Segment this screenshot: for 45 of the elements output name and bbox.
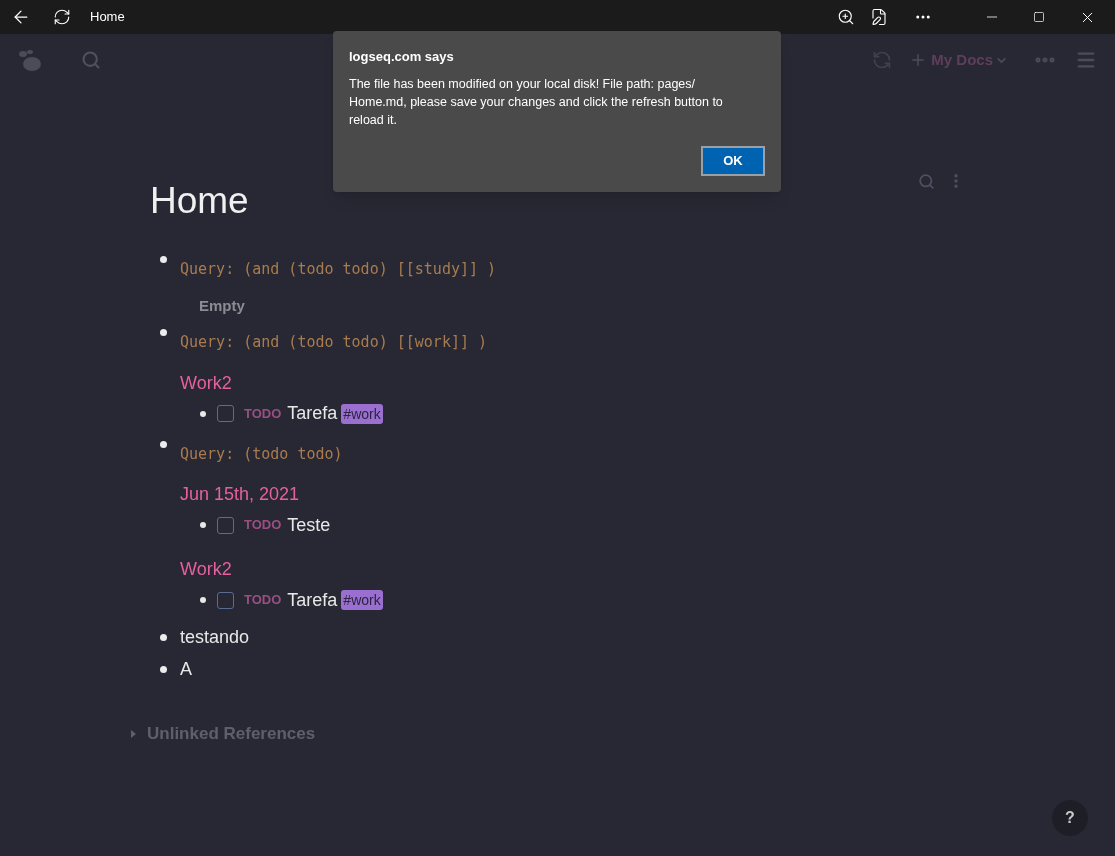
bullet-icon [200,410,206,417]
maximize-icon[interactable] [1033,11,1045,23]
ok-button[interactable]: OK [701,146,765,176]
page-link[interactable]: Work2 [180,369,232,397]
caret-icon [130,728,138,739]
tag-link[interactable]: #work [341,590,383,610]
help-button[interactable]: ? [1052,800,1088,836]
search-icon[interactable] [918,172,935,190]
page-link[interactable]: Jun 15th, 2021 [180,481,300,508]
tag-link[interactable]: #work [341,403,383,424]
bullet-icon [160,440,167,448]
task-checkbox[interactable] [217,516,234,534]
zoom-icon[interactable] [837,8,855,26]
bullet-icon [160,329,167,336]
task-marker: TODO [244,591,282,610]
dialog-message: The file has been modified on your local disk! File path: pages/ Home.md, please save your changes and click the refresh button to reload it. [349,75,724,129]
block-text: testando [180,625,250,649]
dialog-title: logseq.com says [349,48,455,66]
task-marker: TODO [244,404,282,423]
bullet-icon [200,522,206,528]
bullet-icon [160,633,167,641]
task-checkbox[interactable] [217,591,234,609]
bullet-icon [200,597,206,603]
page-title: Home [150,179,249,223]
refresh-icon[interactable] [53,8,71,26]
block-text: A [180,657,192,681]
task-text: Teste [287,513,331,537]
document-edit-icon[interactable] [870,8,888,26]
page-link[interactable]: Work2 [180,556,232,583]
task-text: Tarefa [287,588,338,612]
query-text: Query: (and (todo todo) [[study]] ) [180,259,497,280]
bullet-icon [160,665,167,673]
query-text: Query: (and (todo todo) [[work]] ) [180,332,488,353]
search-icon[interactable] [81,50,101,70]
unlinked-references-toggle[interactable]: Unlinked References [130,721,316,747]
query-text: Query: (todo todo) [180,443,343,465]
menu-icon[interactable] [1075,49,1097,71]
empty-text: Empty [199,295,245,316]
bullet-icon [160,256,167,263]
logo-icon[interactable] [18,48,44,72]
task-checkbox[interactable] [217,405,234,422]
task-marker: TODO [244,516,282,535]
sync-icon[interactable] [872,50,893,70]
task-text: Tarefa [287,402,338,425]
window-title: Home [90,8,125,27]
